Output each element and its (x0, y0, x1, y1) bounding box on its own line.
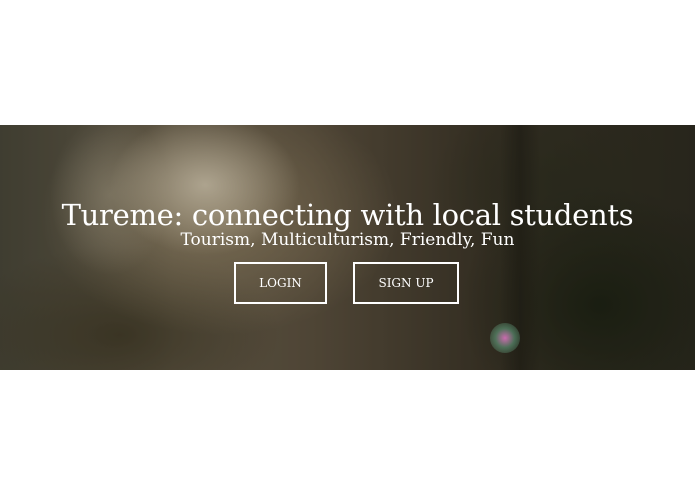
hero-headline: Tureme: connecting with local students (61, 198, 634, 232)
login-button[interactable]: LOGIN (234, 262, 327, 304)
page: Tureme: connecting with local students T… (0, 0, 695, 494)
sign-up-button[interactable]: SIGN UP (353, 262, 459, 304)
hero-banner: Tureme: connecting with local students T… (0, 125, 695, 370)
hero-tagline: Tourism, Multiculturism, Friendly, Fun (180, 230, 515, 250)
hero-content: Tureme: connecting with local students T… (0, 125, 695, 370)
